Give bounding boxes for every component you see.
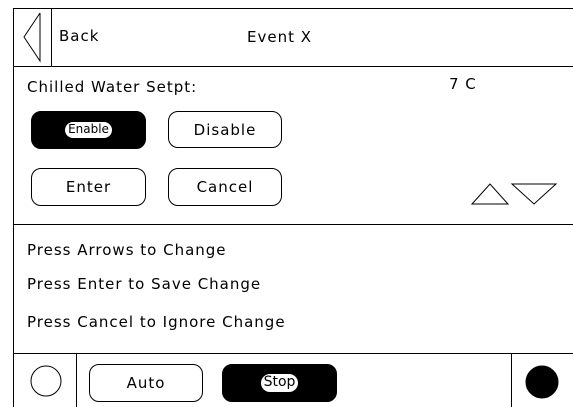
status-circle-empty-icon[interactable] — [29, 364, 63, 398]
enable-label: Enable — [65, 122, 112, 138]
stop-button[interactable]: Stop — [222, 364, 337, 402]
footer-left-divider — [76, 353, 77, 407]
auto-label: Auto — [126, 374, 166, 392]
back-arrow-icon — [23, 12, 41, 63]
down-triangle-icon[interactable] — [510, 182, 558, 206]
status-circle-filled-icon[interactable] — [524, 364, 560, 400]
disable-label: Disable — [193, 120, 257, 139]
stop-label: Stop — [260, 374, 299, 392]
instruction-line: Press Arrows to Change — [27, 241, 227, 259]
screen-frame — [13, 8, 573, 407]
up-triangle-icon[interactable] — [470, 182, 510, 206]
instruction-line: Press Cancel to Ignore Change — [27, 313, 286, 331]
setpoint-value: 7 C — [449, 75, 477, 93]
instruction-line: Press Enter to Save Change — [27, 275, 262, 293]
enter-label: Enter — [65, 178, 112, 196]
enter-button[interactable]: Enter — [31, 168, 146, 206]
controls-divider — [13, 224, 573, 225]
setpoint-label: Chilled Water Setpt: — [27, 78, 198, 96]
cancel-button[interactable]: Cancel — [168, 168, 282, 206]
cancel-label: Cancel — [196, 178, 254, 196]
page-title: Event X — [247, 28, 313, 46]
footer-right-divider — [511, 353, 512, 407]
footer-divider — [13, 353, 573, 354]
auto-button[interactable]: Auto — [89, 364, 203, 402]
disable-button[interactable]: Disable — [168, 111, 282, 148]
back-label: Back — [59, 27, 100, 45]
enable-button[interactable]: Enable — [31, 111, 146, 149]
back-button[interactable]: Back — [14, 9, 114, 65]
header-divider — [13, 66, 573, 67]
